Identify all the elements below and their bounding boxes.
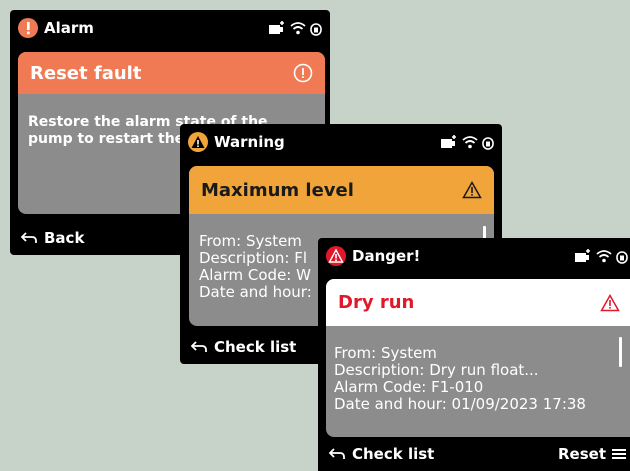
battery-plug-icon [269,21,284,34]
danger-screen: Danger! Dry run From: System Description… [318,238,630,471]
wifi-icon [290,22,306,35]
menu-icon [612,449,626,459]
back-arrow-icon [328,447,346,461]
battery-plug-icon [441,135,456,148]
status-title: Danger! [352,247,421,265]
warning-triangle-icon [188,132,208,152]
card-header: Maximum level [189,166,494,214]
status-title: Alarm [44,19,94,37]
back-label: Back [44,229,85,247]
card-title: Dry run [338,292,415,313]
status-bar: Warning [180,124,502,160]
scrollbar[interactable] [619,337,622,367]
exclamation-icon [18,18,38,38]
system-icons [440,135,494,150]
reset-label: Reset [558,445,606,463]
exclamation-circle-icon [293,63,313,83]
check-list-label: Check list [352,445,435,463]
status-bar: Alarm [10,10,330,46]
wifi-icon [462,136,478,149]
back-arrow-icon [190,340,208,354]
danger-details: From: System Description: Dry run float.… [334,345,620,413]
status-bar: Danger! [318,238,630,274]
battery-plug-icon [575,249,590,262]
system-icons [574,249,628,264]
lock-icon [616,250,628,264]
status-title: Warning [214,133,285,151]
danger-card: Dry run From: System Description: Dry ru… [326,279,630,437]
card-title: Maximum level [201,179,354,201]
system-icons [268,21,322,36]
footer-check-list-button[interactable]: Check list [318,445,434,463]
lock-icon [310,22,322,36]
warning-triangle-icon [600,293,620,312]
footer-reset-button[interactable]: Reset [558,445,626,463]
detail-description: Description: Dry run float... [334,361,539,379]
wifi-icon [596,250,612,263]
check-list-label: Check list [214,338,297,356]
warning-triangle-icon [462,181,482,199]
back-arrow-icon [20,231,38,245]
detail-date-hour: Date and hour: 01/09/2023 17:38 [334,395,586,413]
card-header: Reset fault [18,52,325,94]
card-title: Reset fault [30,62,142,84]
card-header: Dry run [326,279,630,326]
danger-triangle-icon [326,246,346,266]
lock-icon [482,136,494,150]
detail-alarm-code: Alarm Code: F1-010 [334,378,484,396]
detail-from: From: System [334,344,437,362]
danger-footer: Check list Reset [318,437,630,471]
